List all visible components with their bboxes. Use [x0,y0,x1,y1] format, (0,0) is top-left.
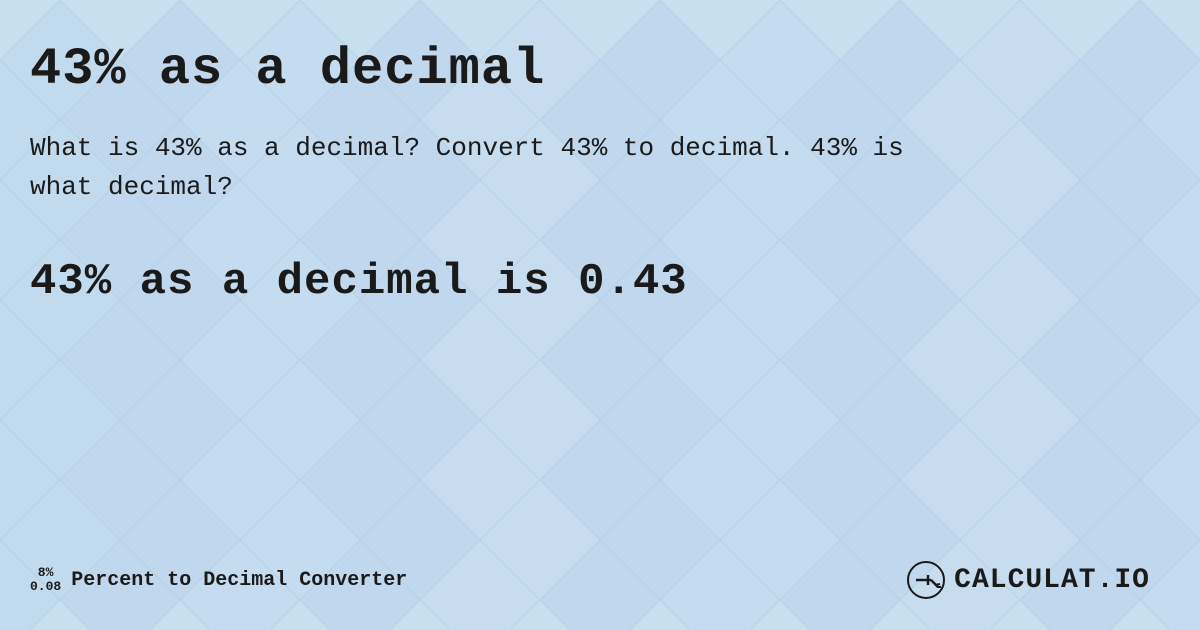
main-content: 43% as a decimal What is 43% as a decima… [0,0,1200,630]
result-section: 43% as a decimal is 0.43 [30,257,1150,307]
calculator-icon [906,560,946,600]
badge-percentage: 8% [38,566,54,580]
footer-brand: CALCULAT.IO [906,560,1150,600]
footer: 8% 0.08 Percent to Decimal Converter CAL… [30,540,1150,600]
footer-badge: 8% 0.08 [30,566,61,595]
brand-name: CALCULAT.IO [954,565,1150,596]
page-description: What is 43% as a decimal? Convert 43% to… [30,129,930,207]
footer-label: Percent to Decimal Converter [71,569,407,592]
page-title: 43% as a decimal [30,40,1150,99]
badge-decimal: 0.08 [30,580,61,594]
result-text: 43% as a decimal is 0.43 [30,257,1150,307]
footer-left: 8% 0.08 Percent to Decimal Converter [30,566,407,595]
